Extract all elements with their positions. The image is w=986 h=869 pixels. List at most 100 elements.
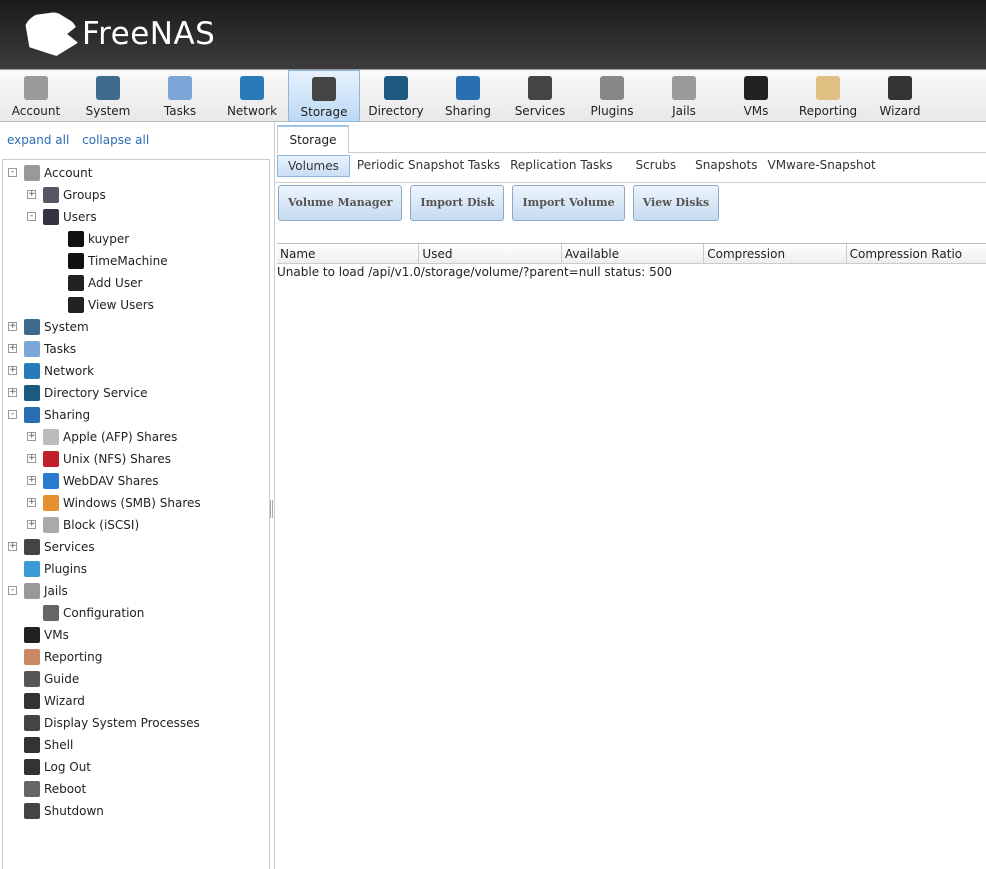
nav-plugins[interactable]: Plugins (576, 70, 648, 122)
expand-icon[interactable]: + (27, 520, 36, 529)
storage-subtabs: Volumes Periodic Snapshot Tasks Replicatio… (277, 155, 881, 177)
nav-reporting[interactable]: Reporting (792, 70, 864, 122)
subtab-volumes[interactable]: Volumes (277, 155, 350, 177)
tree-item-label: Jails (44, 584, 68, 598)
block-icon (43, 517, 59, 533)
nav-system[interactable]: System (72, 70, 144, 122)
tree-item-label: Add User (88, 276, 143, 290)
tree-item-shell[interactable]: Shell (3, 735, 269, 755)
nav-network[interactable]: Network (216, 70, 288, 122)
subtab-snapshots[interactable]: Snapshots (690, 155, 762, 177)
network-icon (24, 363, 40, 379)
tree-item-jails[interactable]: - Jails (3, 581, 269, 601)
subtab-vmware-snapshot[interactable]: VMware-Snapshot (762, 155, 880, 177)
tree-item-label: Unix (NFS) Shares (63, 452, 171, 466)
collapse-all-link[interactable]: collapse all (82, 133, 149, 147)
tree-item-vms[interactable]: VMs (3, 625, 269, 645)
nav-directory[interactable]: Directory (360, 70, 432, 122)
subtab-scrubs[interactable]: Scrubs (618, 155, 691, 177)
nav-services[interactable]: Services (504, 70, 576, 122)
reporting-icon (24, 649, 40, 665)
expand-icon[interactable]: + (27, 476, 36, 485)
tree-item-account[interactable]: - Account (3, 163, 269, 183)
column-header-used[interactable]: Used (419, 244, 562, 263)
expand-icon[interactable]: + (8, 366, 17, 375)
column-header-available[interactable]: Available (562, 244, 705, 263)
tree-item-label: System (44, 320, 89, 334)
users-icon (43, 209, 59, 225)
shark-logo-icon (24, 12, 78, 56)
expand-icon[interactable]: + (27, 190, 36, 199)
tree-item-label: Display System Processes (44, 716, 200, 730)
tree-item-webdav-shares[interactable]: + WebDAV Shares (3, 471, 269, 491)
collapse-icon[interactable]: - (8, 168, 17, 177)
collapse-icon[interactable]: - (27, 212, 36, 221)
nav-label: Account (11, 104, 61, 118)
tree-item-network[interactable]: + Network (3, 361, 269, 381)
tree-item-shutdown[interactable]: Shutdown (3, 801, 269, 821)
nav-account[interactable]: Account (0, 70, 72, 122)
expand-icon[interactable]: + (8, 388, 17, 397)
tree-item-display-system-processes[interactable]: Display System Processes (3, 713, 269, 733)
tree-item-add-user[interactable]: Add User (3, 273, 269, 293)
tree-item-services[interactable]: + Services (3, 537, 269, 557)
import-disk-button[interactable]: Import Disk (410, 185, 505, 221)
tree-item-configuration[interactable]: Configuration (3, 603, 269, 623)
tree-item-groups[interactable]: + Groups (3, 185, 269, 205)
nav-label: Network (226, 104, 278, 118)
tree-item-wizard[interactable]: Wizard (3, 691, 269, 711)
volume-manager-button[interactable]: Volume Manager (278, 185, 403, 221)
expand-icon[interactable]: + (27, 432, 36, 441)
tree-item-sharing[interactable]: - Sharing (3, 405, 269, 425)
tree-item-users[interactable]: - Users (3, 207, 269, 227)
column-header-compression-ratio[interactable]: Compression Ratio (847, 244, 986, 263)
nav-jails[interactable]: Jails (648, 70, 720, 122)
tab-storage[interactable]: Storage (277, 125, 349, 153)
tree-item-unix-nfs-shares[interactable]: + Unix (NFS) Shares (3, 449, 269, 469)
tree-item-timemachine[interactable]: TimeMachine (3, 251, 269, 271)
collapse-icon[interactable]: - (8, 586, 17, 595)
tree-item-reporting[interactable]: Reporting (3, 647, 269, 667)
tree-item-label: TimeMachine (88, 254, 168, 268)
tree-item-plugins[interactable]: Plugins (3, 559, 269, 579)
subtab-replication-tasks[interactable]: Replication Tasks (505, 155, 617, 177)
column-header-compression[interactable]: Compression (704, 244, 847, 263)
nav-sharing[interactable]: Sharing (432, 70, 504, 122)
grid-error-message: Unable to load /api/v1.0/storage/volume/… (277, 265, 673, 279)
expand-icon[interactable]: + (27, 454, 36, 463)
freenas-logo[interactable]: FreeNAS (24, 12, 215, 56)
nav-tasks[interactable]: Tasks (144, 70, 216, 122)
tree-item-label: Apple (AFP) Shares (63, 430, 178, 444)
tree-item-tasks[interactable]: + Tasks (3, 339, 269, 359)
tree-item-guide[interactable]: Guide (3, 669, 269, 689)
column-header-name[interactable]: Name (277, 244, 420, 263)
import-volume-button[interactable]: Import Volume (512, 185, 625, 221)
expand-icon[interactable]: + (8, 542, 17, 551)
collapse-icon[interactable]: - (8, 410, 17, 419)
expand-icon[interactable]: + (8, 344, 17, 353)
tree-item-directory-service[interactable]: + Directory Service (3, 383, 269, 403)
subtab-periodic-snapshot-tasks[interactable]: Periodic Snapshot Tasks (352, 155, 505, 177)
nav-vms[interactable]: VMs (720, 70, 792, 122)
tree-item-block-iscsi[interactable]: + Block (iSCSI) (3, 515, 269, 535)
tree-item-system[interactable]: + System (3, 317, 269, 337)
tree-item-log-out[interactable]: Log Out (3, 757, 269, 777)
tasks-icon (168, 76, 192, 100)
expand-all-link[interactable]: expand all (7, 133, 69, 147)
wizard-icon (24, 693, 40, 709)
sidebar-splitter[interactable] (270, 500, 273, 518)
expand-icon[interactable]: + (27, 498, 36, 507)
tree-item-label: Tasks (44, 342, 77, 356)
expand-icon[interactable]: + (8, 322, 17, 331)
tree-item-reboot[interactable]: Reboot (3, 779, 269, 799)
tree-item-kuyper[interactable]: kuyper (3, 229, 269, 249)
tree-item-apple-afp-shares[interactable]: + Apple (AFP) Shares (3, 427, 269, 447)
tree-item-view-users[interactable]: View Users (3, 295, 269, 315)
nav-label: Services (514, 104, 566, 118)
tree-item-label: Directory Service (44, 386, 148, 400)
nav-storage[interactable]: Storage (288, 70, 360, 122)
tree-item-windows-smb-shares[interactable]: + Windows (SMB) Shares (3, 493, 269, 513)
view-disks-button[interactable]: View Disks (632, 185, 720, 221)
nav-wizard[interactable]: Wizard (864, 70, 936, 122)
sharing-icon (24, 407, 40, 423)
